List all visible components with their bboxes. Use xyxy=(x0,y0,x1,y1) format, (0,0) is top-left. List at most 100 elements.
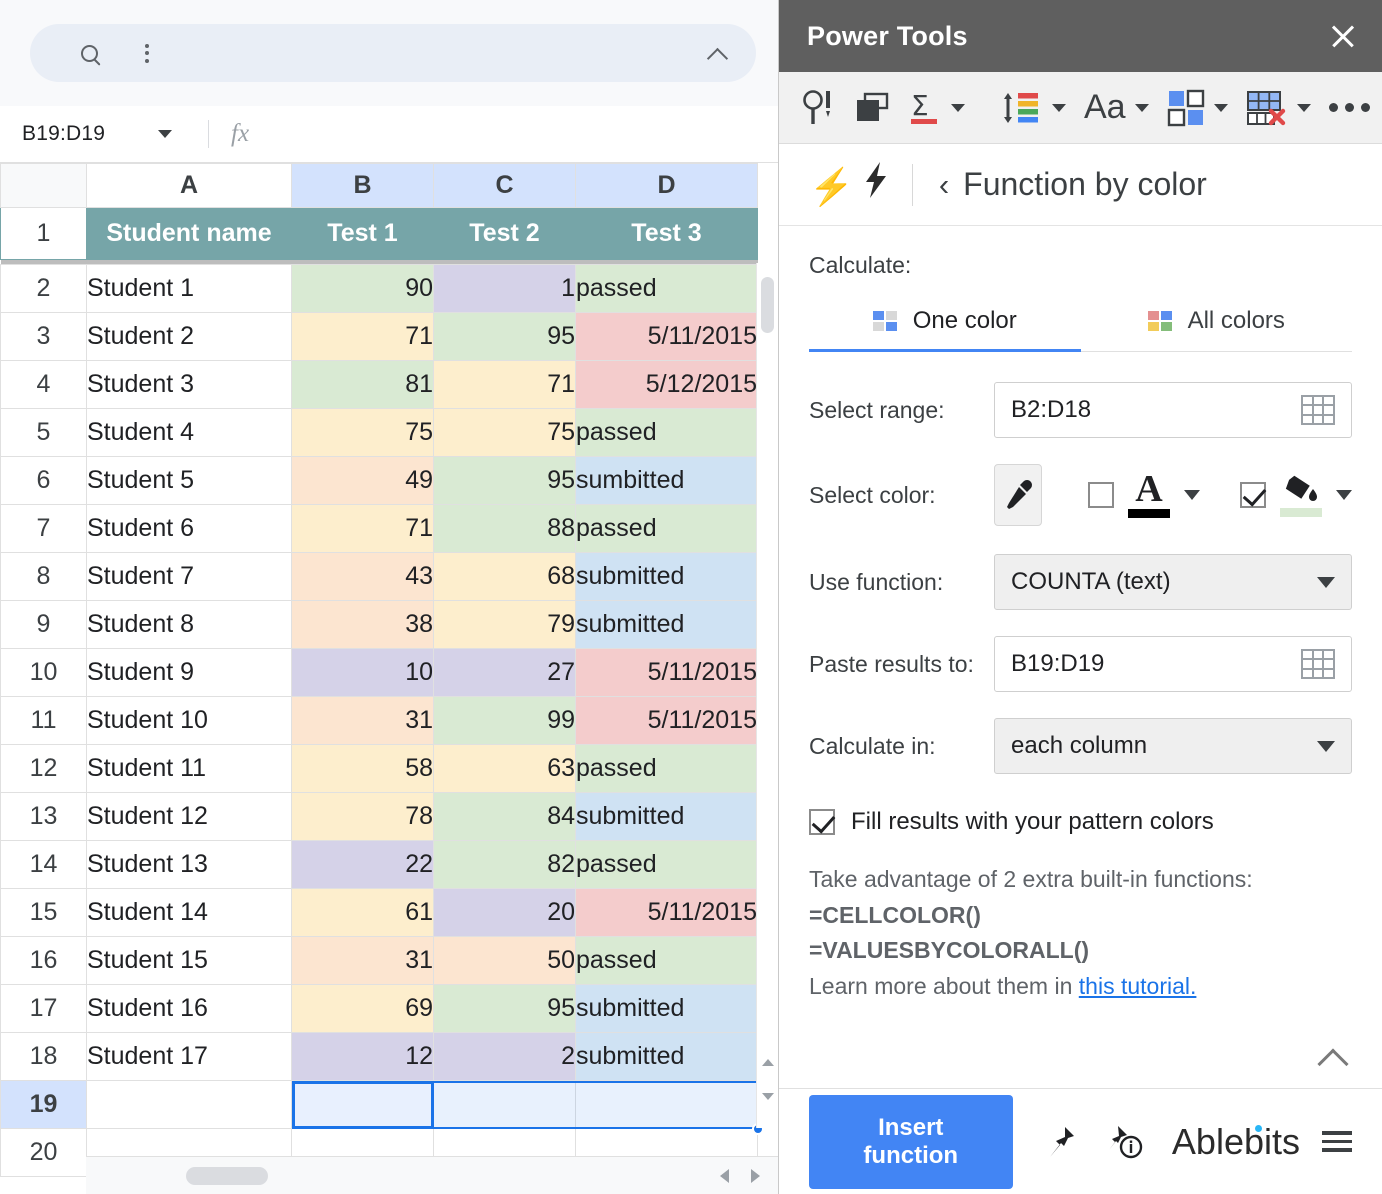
cell-a5[interactable]: Student 4 xyxy=(87,409,292,457)
cell-a17[interactable]: Student 16 xyxy=(87,985,292,1033)
row-header-10[interactable]: 10 xyxy=(1,649,87,697)
row-header-14[interactable]: 14 xyxy=(1,841,87,889)
cell-d2[interactable]: passed xyxy=(576,265,758,313)
cell-b11[interactable]: 31 xyxy=(292,697,434,745)
cell-c18[interactable]: 2 xyxy=(434,1033,576,1081)
table-row[interactable]: 4Student 381715/12/2015 xyxy=(1,361,758,409)
fill-pattern-checkbox[interactable] xyxy=(809,809,835,835)
cell-b10[interactable]: 10 xyxy=(292,649,434,697)
tutorial-link[interactable]: this tutorial. xyxy=(1079,973,1197,999)
cell-b13[interactable]: 78 xyxy=(292,793,434,841)
cell-b7[interactable]: 71 xyxy=(292,505,434,553)
cell-d3[interactable]: 5/11/2015 xyxy=(576,313,758,361)
chevron-up-icon[interactable] xyxy=(1318,1042,1348,1072)
cell-c12[interactable]: 63 xyxy=(434,745,576,793)
vertical-scrollbar[interactable] xyxy=(756,263,778,1128)
eyedropper-icon[interactable] xyxy=(994,464,1042,526)
table-row[interactable]: 7Student 67188passed xyxy=(1,505,758,553)
row-header-18[interactable]: 18 xyxy=(1,1033,87,1081)
cell-c6[interactable]: 95 xyxy=(434,457,576,505)
cell-a12[interactable]: Student 11 xyxy=(87,745,292,793)
scroll-left-arrow-icon[interactable] xyxy=(720,1169,729,1183)
table-row[interactable]: 6Student 54995sumbitted xyxy=(1,457,758,505)
cell-d13[interactable]: submitted xyxy=(576,793,758,841)
collapse-panel-button[interactable] xyxy=(1318,1042,1348,1072)
horizontal-scrollbar[interactable] xyxy=(86,1156,778,1194)
table-row[interactable]: 13Student 127884submitted xyxy=(1,793,758,841)
cell-b3[interactable]: 71 xyxy=(292,313,434,361)
tab-all-colors[interactable]: All colors xyxy=(1081,301,1353,351)
calculate-in-select[interactable]: each column xyxy=(994,718,1352,774)
chevron-down-icon[interactable] xyxy=(1052,104,1066,112)
row-header-17[interactable]: 17 xyxy=(1,985,87,1033)
cell-d17[interactable]: submitted xyxy=(576,985,758,1033)
row-header-2[interactable]: 2 xyxy=(1,265,87,313)
paste-results-input[interactable]: B19:D19 xyxy=(994,636,1352,692)
table-header-row[interactable]: 1 Student name Test 1 Test 2 Test 3 xyxy=(1,208,758,260)
header-cell-student-name[interactable]: Student name xyxy=(87,208,292,260)
column-header-d[interactable]: D xyxy=(576,164,758,208)
table-row[interactable]: 8Student 74368submitted xyxy=(1,553,758,601)
close-icon[interactable] xyxy=(1326,19,1360,53)
search-icon[interactable] xyxy=(74,38,104,68)
vertical-scroll-thumb[interactable] xyxy=(761,277,774,333)
cell-d16[interactable]: passed xyxy=(576,937,758,985)
cell-b15[interactable]: 61 xyxy=(292,889,434,937)
cell-a16[interactable]: Student 15 xyxy=(87,937,292,985)
range-picker-icon[interactable] xyxy=(1301,649,1335,679)
header-cell-test-2[interactable]: Test 2 xyxy=(434,208,576,260)
cell-d6[interactable]: sumbitted xyxy=(576,457,758,505)
chevron-down-icon[interactable] xyxy=(951,104,965,112)
column-header-a[interactable]: A xyxy=(87,164,292,208)
row-header-6[interactable]: 6 xyxy=(1,457,87,505)
chevron-down-icon[interactable] xyxy=(1135,104,1149,112)
cell-d7[interactable]: passed xyxy=(576,505,758,553)
sort-by-color-tool-icon[interactable] xyxy=(992,83,1075,133)
fill-pattern-row[interactable]: Fill results with your pattern colors xyxy=(809,808,1352,836)
cell-c17[interactable]: 95 xyxy=(434,985,576,1033)
row-header-7[interactable]: 7 xyxy=(1,505,87,553)
cell-b4[interactable]: 81 xyxy=(292,361,434,409)
table-row[interactable]: 18Student 17122submitted xyxy=(1,1033,758,1081)
chevron-down-icon[interactable] xyxy=(1317,577,1335,588)
cell-b5[interactable]: 75 xyxy=(292,409,434,457)
row-header-1[interactable]: 1 xyxy=(1,208,87,260)
cell-d18[interactable]: submitted xyxy=(576,1033,758,1081)
horizontal-scroll-thumb[interactable] xyxy=(186,1167,268,1185)
font-color-checkbox[interactable] xyxy=(1088,482,1114,508)
cell-a10[interactable]: Student 9 xyxy=(87,649,292,697)
fill-color-checkbox[interactable] xyxy=(1240,482,1266,508)
table-row[interactable]: 2Student 1901passed xyxy=(1,265,758,313)
cell-c13[interactable]: 84 xyxy=(434,793,576,841)
row-header-11[interactable]: 11 xyxy=(1,697,87,745)
insert-function-button[interactable]: Insert function xyxy=(809,1095,1013,1189)
font-color-icon[interactable]: A xyxy=(1128,472,1170,518)
row-header-4[interactable]: 4 xyxy=(1,361,87,409)
spreadsheet-grid[interactable]: A B C D 1 Student name Test 1 Test 2 Tes… xyxy=(0,163,758,1177)
header-cell-test-1[interactable]: Test 1 xyxy=(292,208,434,260)
cell-a14[interactable]: Student 13 xyxy=(87,841,292,889)
cell-c19[interactable] xyxy=(434,1081,576,1129)
row-header-5[interactable]: 5 xyxy=(1,409,87,457)
cell-c7[interactable]: 88 xyxy=(434,505,576,553)
table-row[interactable]: 19 xyxy=(1,1081,758,1129)
cell-a19[interactable] xyxy=(87,1081,292,1129)
fill-color-dropdown-icon[interactable] xyxy=(1336,490,1352,500)
cell-a6[interactable]: Student 5 xyxy=(87,457,292,505)
row-header-15[interactable]: 15 xyxy=(1,889,87,937)
table-row[interactable]: 12Student 115863passed xyxy=(1,745,758,793)
chevron-down-icon[interactable] xyxy=(1297,104,1311,112)
table-row[interactable]: 14Student 132282passed xyxy=(1,841,758,889)
column-header-b[interactable]: B xyxy=(292,164,434,208)
table-row[interactable]: 5Student 47575passed xyxy=(1,409,758,457)
cell-c4[interactable]: 71 xyxy=(434,361,576,409)
range-picker-icon[interactable] xyxy=(1301,395,1335,425)
table-row[interactable]: 9Student 83879submitted xyxy=(1,601,758,649)
cell-c14[interactable]: 82 xyxy=(434,841,576,889)
font-color-dropdown-icon[interactable] xyxy=(1184,490,1200,500)
scroll-right-arrow-icon[interactable] xyxy=(751,1169,760,1183)
row-header-3[interactable]: 3 xyxy=(1,313,87,361)
table-row[interactable]: 11Student 1031995/11/2015 xyxy=(1,697,758,745)
cell-a2[interactable]: Student 1 xyxy=(87,265,292,313)
cell-b9[interactable]: 38 xyxy=(292,601,434,649)
